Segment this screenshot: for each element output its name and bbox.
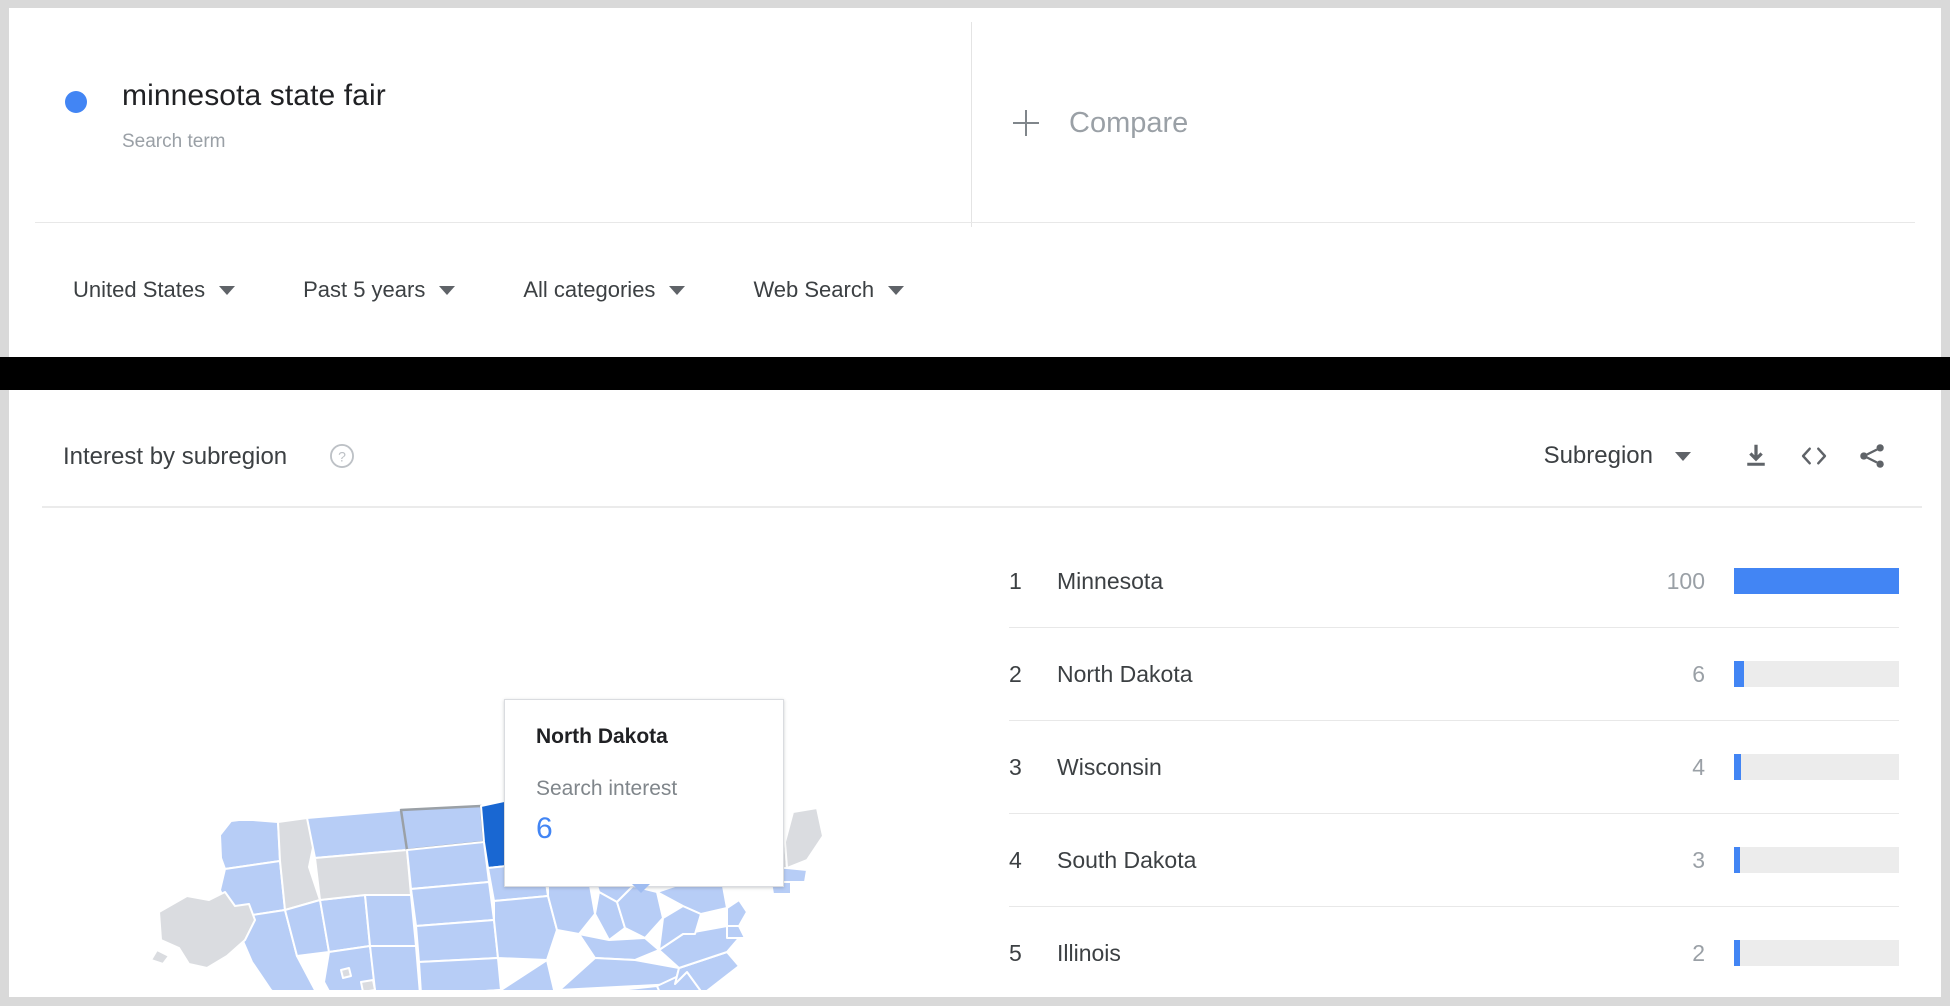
compare-button[interactable]: Compare — [1013, 103, 1188, 143]
tooltip-pointer-icon — [632, 884, 650, 893]
state-hawaii-b — [360, 979, 376, 990]
region-value: 6 — [1692, 660, 1705, 687]
bar-track — [1734, 940, 1899, 966]
bar-fill — [1734, 568, 1899, 594]
subregion-dropdown-label: Subregion — [1543, 442, 1653, 469]
bar-track — [1734, 847, 1899, 873]
alaska-aleutians — [150, 949, 170, 965]
state-colorado — [364, 894, 417, 947]
region-name: North Dakota — [1057, 660, 1193, 687]
subregion-rank-list: 1 Minnesota 100 2 North Dakota 6 3 Wisco… — [1009, 535, 1899, 999]
rank-number: 4 — [1009, 846, 1022, 873]
tooltip-value: 6 — [536, 812, 553, 845]
embed-button[interactable] — [1785, 433, 1843, 479]
download-icon — [1747, 444, 1765, 466]
vertical-divider — [971, 22, 972, 227]
subregion-dropdown[interactable]: Subregion — [1544, 442, 1691, 470]
state-maine — [784, 807, 824, 869]
chevron-down-icon — [888, 285, 905, 295]
chevron-down-icon — [439, 285, 456, 295]
region-name: Minnesota — [1057, 567, 1164, 594]
share-button[interactable] — [1843, 433, 1901, 479]
state-kentucky — [578, 933, 660, 961]
filter-time-range[interactable]: Past 5 years — [303, 277, 456, 303]
state-ohio — [616, 885, 664, 939]
bar-fill — [1734, 940, 1740, 966]
state-hawaii-a — [340, 967, 352, 979]
state-maryland — [726, 925, 746, 939]
bar-track — [1734, 568, 1899, 594]
filter-location-label: United States — [73, 277, 206, 302]
download-button[interactable] — [1727, 433, 1785, 479]
share-icon — [1860, 444, 1884, 468]
compare-label: Compare — [1069, 106, 1189, 139]
region-value: 2 — [1692, 939, 1705, 966]
region-name: Illinois — [1057, 939, 1121, 966]
state-missouri — [493, 895, 558, 961]
rank-number: 5 — [1009, 939, 1022, 966]
state-new-mexico — [369, 945, 421, 990]
state-south-dakota — [406, 841, 490, 890]
table-row[interactable]: 2 North Dakota 6 — [1009, 628, 1899, 721]
help-icon[interactable]: ? — [329, 443, 355, 469]
filter-category-label: All categories — [523, 277, 656, 302]
rank-number: 3 — [1009, 753, 1022, 780]
bar-fill — [1734, 661, 1744, 687]
region-name: South Dakota — [1057, 846, 1197, 873]
state-new-jersey — [726, 899, 748, 927]
filter-time-range-label: Past 5 years — [303, 277, 426, 302]
tooltip-metric-label: Search interest — [536, 777, 678, 800]
chevron-down-icon — [1675, 451, 1691, 461]
bar-fill — [1734, 847, 1740, 873]
filter-category[interactable]: All categories — [523, 277, 686, 303]
filter-location[interactable]: United States — [73, 277, 236, 303]
tooltip-region-name: North Dakota — [536, 725, 668, 748]
svg-text:?: ? — [338, 448, 346, 464]
code-brackets-icon — [1801, 447, 1827, 465]
state-wyoming — [314, 849, 412, 901]
state-oklahoma — [418, 957, 502, 990]
region-value: 3 — [1692, 846, 1705, 873]
bar-track — [1734, 661, 1899, 687]
table-row[interactable]: 1 Minnesota 100 — [1009, 535, 1899, 628]
panel-divider — [42, 506, 1922, 508]
state-kansas — [415, 919, 499, 963]
interest-by-subregion-card: Interest by subregion Subregion ? 1 Minn… — [9, 390, 1941, 997]
plus-icon — [1013, 110, 1039, 136]
trends-page: minnesota state fair Search term Compare… — [0, 0, 1950, 1006]
search-term-card: minnesota state fair Search term Compare… — [9, 8, 1941, 357]
series-color-dot — [65, 91, 87, 113]
rank-number: 2 — [1009, 660, 1022, 687]
search-term-type: Search term — [122, 131, 226, 152]
panel-toolbar: Subregion — [1544, 433, 1901, 479]
map-tooltip: North Dakota Search interest 6 — [504, 699, 784, 887]
black-separator-band — [0, 357, 1950, 390]
table-row[interactable]: 5 Illinois 2 — [1009, 907, 1899, 999]
table-row[interactable]: 4 South Dakota 3 — [1009, 814, 1899, 907]
search-term-title: minnesota state fair — [122, 79, 386, 112]
bar-track — [1734, 754, 1899, 780]
term-row: minnesota state fair Search term Compare — [9, 8, 1941, 227]
chevron-down-icon — [669, 285, 686, 295]
rank-number: 1 — [1009, 567, 1022, 594]
bar-fill — [1734, 754, 1741, 780]
filter-search-type-label: Web Search — [753, 277, 875, 302]
panel-header: Interest by subregion Subregion — [9, 390, 1941, 506]
page-title: Interest by subregion — [63, 443, 288, 470]
state-nebraska — [410, 881, 495, 927]
table-row[interactable]: 3 Wisconsin 4 — [1009, 721, 1899, 814]
state-arkansas — [500, 959, 556, 990]
filter-search-type[interactable]: Web Search — [753, 277, 905, 303]
region-name: Wisconsin — [1057, 753, 1162, 780]
region-value: 100 — [1666, 567, 1705, 594]
chevron-down-icon — [219, 285, 236, 295]
filter-bar: United States Past 5 years All categorie… — [9, 223, 972, 357]
state-utah — [319, 894, 371, 953]
region-value: 4 — [1692, 753, 1705, 780]
